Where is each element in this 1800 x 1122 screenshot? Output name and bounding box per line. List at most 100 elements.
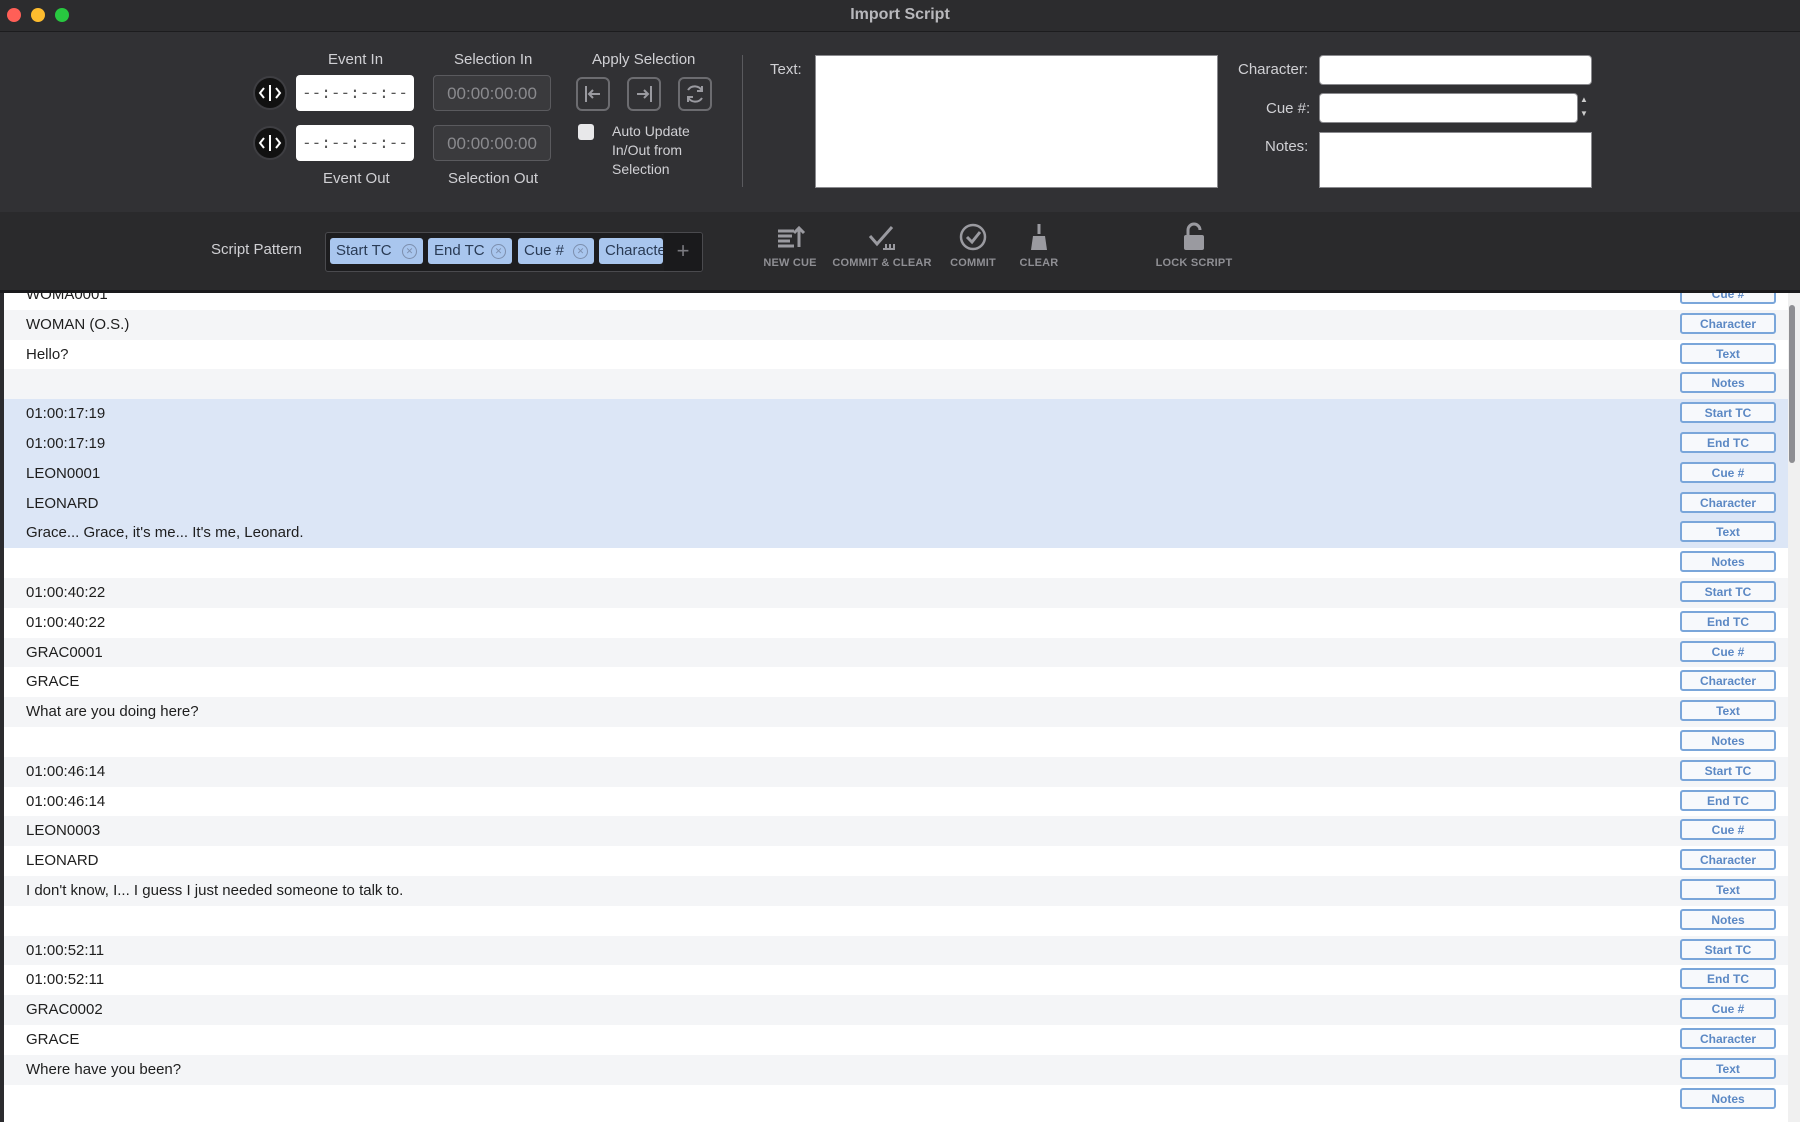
script-row-text: What are you doing here? <box>26 703 199 721</box>
pattern-chip-cue-number[interactable]: Cue # ✕ <box>518 238 594 264</box>
event-out-capture-button[interactable] <box>253 126 287 160</box>
selection-out-field[interactable]: 00:00:00:00 <box>433 125 551 161</box>
remove-chip-icon[interactable]: ✕ <box>491 244 506 259</box>
remove-chip-icon[interactable]: ✕ <box>402 244 417 259</box>
row-tag-button[interactable]: Text <box>1680 342 1776 364</box>
script-pattern-field[interactable]: Start TC✕ End TC✕ Cue #✕ Character + <box>325 232 703 272</box>
script-row[interactable]: 01:00:40:22 End TC <box>4 608 1788 638</box>
row-tag-button[interactable]: End TC <box>1680 432 1776 453</box>
text-label: Text: <box>770 61 802 78</box>
cue-number-stepper[interactable]: ▲ ▼ <box>1577 93 1591 121</box>
row-tag-button[interactable]: Notes <box>1680 730 1776 751</box>
pattern-chip-character[interactable]: Character <box>599 238 663 264</box>
row-tag-button[interactable]: Character <box>1680 491 1776 513</box>
row-tag-button[interactable]: Notes <box>1680 372 1776 394</box>
script-row[interactable]: Notes <box>4 369 1788 400</box>
auto-update-checkbox[interactable] <box>578 124 594 140</box>
add-pattern-button[interactable]: + <box>664 233 702 271</box>
arrow-to-end-icon <box>637 86 652 102</box>
script-row[interactable]: GRAC0002 Cue # <box>4 995 1788 1025</box>
script-list[interactable]: WOMA0001 Cue # WOMAN (O.S.) Character Hello?… <box>4 293 1788 1122</box>
row-tag-button[interactable]: End TC <box>1680 610 1776 632</box>
script-row[interactable]: LEONARD Character <box>4 846 1788 876</box>
script-row-text: 01:00:17:19 <box>26 405 106 423</box>
row-tag-button[interactable]: Start TC <box>1680 581 1776 602</box>
event-in-field[interactable]: --:--:--:-- <box>296 75 414 111</box>
panel-divider <box>742 55 743 187</box>
script-row[interactable]: 01:00:40:22 Start TC <box>4 578 1788 608</box>
character-field[interactable] <box>1319 55 1592 85</box>
event-in-capture-button[interactable] <box>253 76 287 110</box>
row-tag-button[interactable]: Start TC <box>1680 402 1776 424</box>
row-tag-button[interactable]: Character <box>1680 312 1776 334</box>
script-pattern-label: Script Pattern <box>211 241 302 258</box>
row-tag-button[interactable]: Start TC <box>1680 759 1776 781</box>
script-row[interactable]: Hello? Text <box>4 340 1788 370</box>
pattern-chip-start-tc[interactable]: Start TC ✕ <box>330 238 423 264</box>
event-out-field[interactable]: --:--:--:-- <box>296 125 414 161</box>
row-tag-button[interactable]: Character <box>1680 1028 1776 1049</box>
script-row[interactable]: 01:00:46:14 End TC <box>4 787 1788 817</box>
selection-in-label: Selection In <box>454 51 533 68</box>
cue-number-field[interactable] <box>1319 93 1578 123</box>
row-tag-button[interactable]: Cue # <box>1680 998 1776 1020</box>
script-row[interactable]: LEON0003 Cue # <box>4 816 1788 847</box>
script-row[interactable]: 01:00:46:14 Start TC <box>4 756 1788 787</box>
scrollbar-thumb[interactable] <box>1789 305 1795 463</box>
text-field[interactable] <box>815 55 1218 188</box>
notes-field[interactable] <box>1319 132 1592 188</box>
window-title: Import Script <box>850 6 950 23</box>
row-tag-button[interactable]: End TC <box>1680 968 1776 990</box>
row-tag-button[interactable]: Character <box>1680 670 1776 692</box>
script-row[interactable]: Notes <box>4 1085 1788 1115</box>
script-row-text: WOMA0001 <box>26 293 108 303</box>
row-tag-button[interactable]: Cue # <box>1680 819 1776 841</box>
refresh-icon <box>687 85 703 103</box>
row-tag-button[interactable]: Cue # <box>1680 461 1776 483</box>
pattern-chip-end-tc[interactable]: End TC ✕ <box>428 238 512 264</box>
script-row[interactable]: GRAC0001 Cue # <box>4 637 1788 668</box>
row-tag-button[interactable]: Notes <box>1680 551 1776 573</box>
script-row[interactable]: Notes <box>4 727 1788 757</box>
script-row[interactable]: LEONARD Character <box>4 488 1788 519</box>
script-row[interactable]: 01:00:52:11 End TC <box>4 965 1788 995</box>
row-tag-button[interactable]: Notes <box>1680 1087 1776 1109</box>
apply-selection-out-button[interactable] <box>627 77 661 111</box>
row-tag-button[interactable]: Text <box>1680 1057 1776 1079</box>
script-row[interactable]: GRACE Character <box>4 1025 1788 1055</box>
script-row-text: 01:00:40:22 <box>26 613 106 631</box>
selection-in-field[interactable]: 00:00:00:00 <box>433 75 551 111</box>
row-tag-button[interactable]: Text <box>1680 521 1776 543</box>
remove-chip-icon[interactable]: ✕ <box>573 244 588 259</box>
script-row[interactable]: Grace... Grace, it's me... It's me, Leon… <box>4 518 1788 549</box>
script-row[interactable]: What are you doing here? Text <box>4 697 1788 727</box>
script-row[interactable]: WOMA0001 Cue # <box>4 293 1788 310</box>
row-tag-button[interactable]: Cue # <box>1680 640 1776 662</box>
apply-selection-both-button[interactable] <box>678 77 712 111</box>
row-tag-button[interactable]: Character <box>1680 849 1776 871</box>
script-row[interactable]: 01:00:52:11 Start TC <box>4 935 1788 966</box>
script-row-text: 01:00:46:14 <box>26 792 106 810</box>
row-tag-button[interactable]: Text <box>1680 700 1776 722</box>
row-tag-button[interactable]: End TC <box>1680 789 1776 811</box>
script-row[interactable]: LEON0001 Cue # <box>4 458 1788 489</box>
script-row[interactable]: 01:00:17:19 End TC <box>4 429 1788 459</box>
apply-selection-in-button[interactable] <box>576 77 610 111</box>
script-row-text: LEON0003 <box>26 822 101 840</box>
selection-out-label: Selection Out <box>448 170 539 187</box>
script-row[interactable]: Where have you been? Text <box>4 1054 1788 1085</box>
row-tag-button[interactable]: Notes <box>1680 908 1776 930</box>
title-bar: Import Script <box>0 0 1800 32</box>
script-row[interactable]: WOMAN (O.S.) Character <box>4 309 1788 340</box>
script-row[interactable]: I don't know, I... I guess I just needed… <box>4 876 1788 906</box>
unlocked-padlock-icon <box>1184 222 1204 250</box>
script-row[interactable]: Notes <box>4 548 1788 578</box>
script-row[interactable]: 01:00:17:19 Start TC <box>4 399 1788 429</box>
row-tag-button[interactable]: Start TC <box>1680 938 1776 960</box>
clear-button[interactable]: CLEAR <box>984 222 1094 269</box>
script-row[interactable]: Notes <box>4 906 1788 936</box>
row-tag-button[interactable]: Cue # <box>1680 293 1776 304</box>
lock-script-button[interactable]: LOCK SCRIPT <box>1139 222 1249 269</box>
script-row[interactable]: GRACE Character <box>4 667 1788 697</box>
row-tag-button[interactable]: Text <box>1680 879 1776 900</box>
